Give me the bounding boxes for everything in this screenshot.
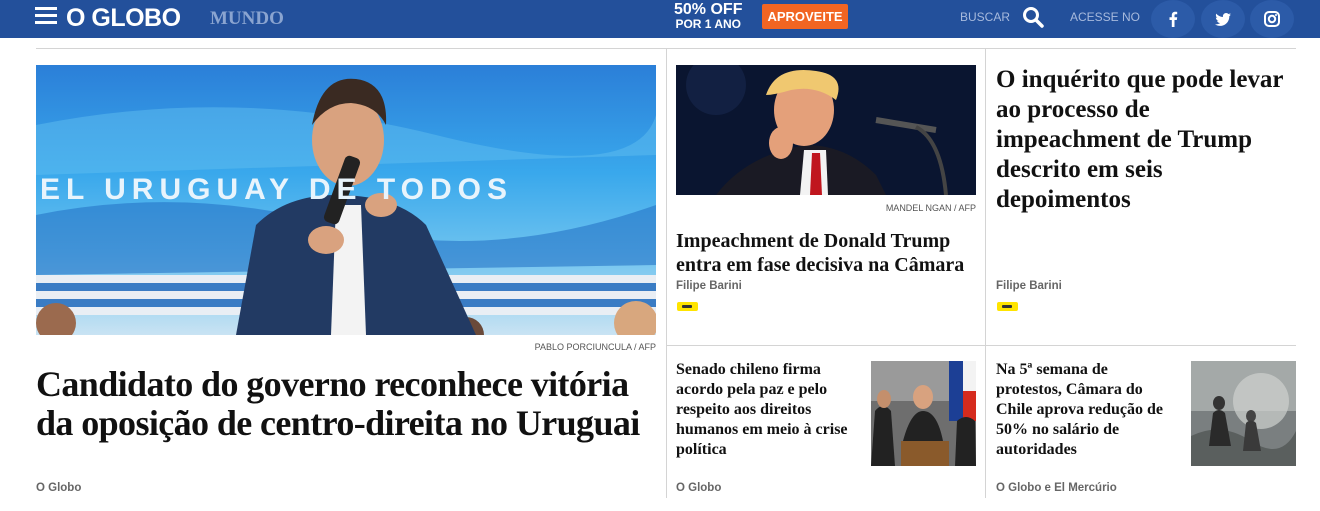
subscriber-key-icon (677, 302, 698, 311)
story-2-credit: MANDEL NGAN / AFP (885, 203, 976, 213)
promo-text[interactable]: 50% OFF POR 1 ANO (674, 2, 742, 31)
promo-button[interactable]: APROVEITE (762, 4, 848, 29)
search-icon[interactable] (1022, 6, 1044, 28)
main-story-headline[interactable]: Candidato do governo reconhece vitória d… (36, 365, 661, 443)
column-divider-1 (666, 48, 667, 498)
story-2-image[interactable] (676, 65, 976, 195)
main-image-caption-text: EL URUGUAY DE TODOS (40, 173, 513, 206)
subscriber-key-icon (997, 302, 1018, 311)
main-story-credit: PABLO PORCIUNCULA / AFP (534, 342, 656, 352)
story-5-author[interactable]: O Globo e El Mercúrio (996, 482, 1117, 494)
twitter-icon[interactable] (1201, 0, 1245, 38)
instagram-icon[interactable] (1250, 0, 1294, 38)
facebook-icon[interactable] (1151, 0, 1195, 38)
menu-icon[interactable] (35, 7, 57, 27)
story-2-author[interactable]: Filipe Barini (676, 280, 742, 292)
promo-discount: 50% OFF (674, 1, 743, 18)
story-4-headline[interactable]: Senado chileno firma acordo pela paz e p… (676, 360, 856, 460)
section-title[interactable]: MUNDO (210, 8, 284, 30)
row-divider (666, 345, 1296, 346)
story-3-headline[interactable]: O inquérito que pode levar ao processo d… (996, 65, 1296, 215)
story-3-author[interactable]: Filipe Barini (996, 280, 1062, 292)
main-story-image[interactable]: EL URUGUAY DE TODOS (36, 65, 656, 335)
story-2-headline[interactable]: Impeachment de Donald Trump entra em fas… (676, 229, 976, 277)
story-4-image[interactable] (871, 361, 976, 466)
story-4-author[interactable]: O Globo (676, 482, 721, 494)
site-logo[interactable]: O GLOBO (66, 4, 181, 33)
login-label: ACESSE NO (1070, 10, 1141, 24)
story-5-image[interactable] (1191, 361, 1296, 466)
main-story-author[interactable]: O Globo (36, 482, 81, 494)
top-navigation-bar: O GLOBO MUNDO 50% OFF POR 1 ANO APROVEIT… (0, 0, 1320, 38)
column-divider-2 (985, 48, 986, 498)
search-label[interactable]: BUSCAR (960, 10, 1010, 24)
story-5-headline[interactable]: Na 5ª semana de protestos, Câmara do Chi… (996, 360, 1176, 460)
promo-period: POR 1 ANO (675, 17, 742, 31)
